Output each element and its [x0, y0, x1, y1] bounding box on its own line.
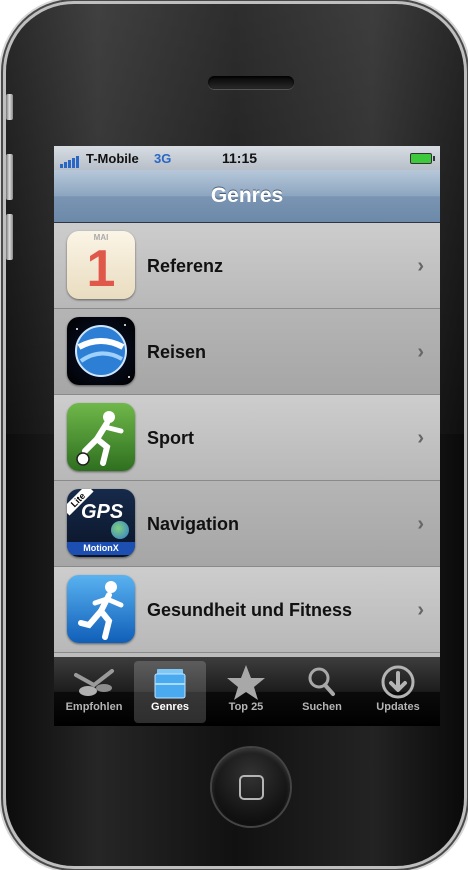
chevron-right-icon: › [417, 255, 424, 277]
download-icon [362, 661, 434, 701]
status-bar: T-Mobile 3G 11:15 [54, 146, 440, 170]
volume-up-button[interactable] [6, 154, 13, 200]
home-square-icon [239, 775, 264, 800]
mute-switch[interactable] [6, 94, 13, 120]
screen: T-Mobile 3G 11:15 Genres MAI 1 Referenz … [54, 146, 440, 726]
home-button[interactable] [212, 748, 290, 826]
genres-icon [134, 661, 206, 701]
network-type: 3G [154, 151, 172, 166]
list-item-sport[interactable]: Sport › [54, 395, 440, 481]
tab-empfohlen[interactable]: Empfohlen [58, 661, 130, 723]
list-item-gesundheit-und-fitness[interactable]: Gesundheit und Fitness › [54, 567, 440, 653]
tab-updates[interactable]: Updates [362, 661, 434, 723]
carrier-name: T-Mobile [86, 151, 139, 166]
tab-bar: Empfohlen Genres Top 25 Suchen Updates [54, 657, 440, 726]
navigation-bar: Genres [54, 170, 440, 223]
list-item-navigation[interactable]: Lite GPS MotionX Navigation › [54, 481, 440, 567]
list-item-label: Sport [147, 428, 194, 448]
iphone-device: T-Mobile 3G 11:15 Genres MAI 1 Referenz … [6, 4, 464, 866]
soccer-player-icon [67, 403, 135, 471]
genre-list[interactable]: MAI 1 Referenz › Reisen › Sport › Lite G… [54, 223, 440, 657]
tab-label: Empfohlen [65, 701, 123, 713]
calendar-icon: MAI 1 [67, 231, 135, 299]
chevron-right-icon: › [417, 427, 424, 449]
chevron-right-icon: › [417, 513, 424, 535]
tab-label: Genres [151, 701, 189, 713]
tab-label: Suchen [302, 701, 342, 713]
page-title: Genres [210, 184, 284, 207]
search-icon [286, 661, 358, 701]
list-item-label: Reisen [147, 342, 207, 362]
motionx-label: MotionX [67, 542, 135, 555]
signal-strength-icon [60, 153, 80, 168]
list-item-label: Referenz [147, 256, 224, 276]
chevron-right-icon: › [417, 599, 424, 621]
globe-icon [67, 317, 135, 385]
tab-label: Updates [376, 701, 420, 713]
list-item-referenz[interactable]: MAI 1 Referenz › [54, 223, 440, 309]
tab-suchen[interactable]: Suchen [286, 661, 358, 723]
tab-top-25[interactable]: Top 25 [210, 661, 282, 723]
list-item-label: Gesundheit und Fitness [147, 600, 353, 620]
chevron-right-icon: › [417, 341, 424, 363]
tab-label: Top 25 [228, 701, 264, 713]
calendar-day-number: 1 [86, 240, 116, 298]
earpiece-speaker [208, 76, 294, 89]
star-icon [210, 661, 282, 701]
list-item-reisen[interactable]: Reisen › [54, 309, 440, 395]
battery-icon [410, 153, 435, 164]
featured-icon [58, 661, 130, 701]
tab-genres[interactable]: Genres [134, 661, 206, 723]
globe-small-icon [111, 521, 129, 539]
gps-app-icon: Lite GPS MotionX [67, 489, 135, 557]
runner-icon [67, 575, 135, 643]
clock: 11:15 [222, 150, 258, 166]
list-item-label: Navigation [147, 514, 240, 534]
volume-down-button[interactable] [6, 214, 13, 260]
